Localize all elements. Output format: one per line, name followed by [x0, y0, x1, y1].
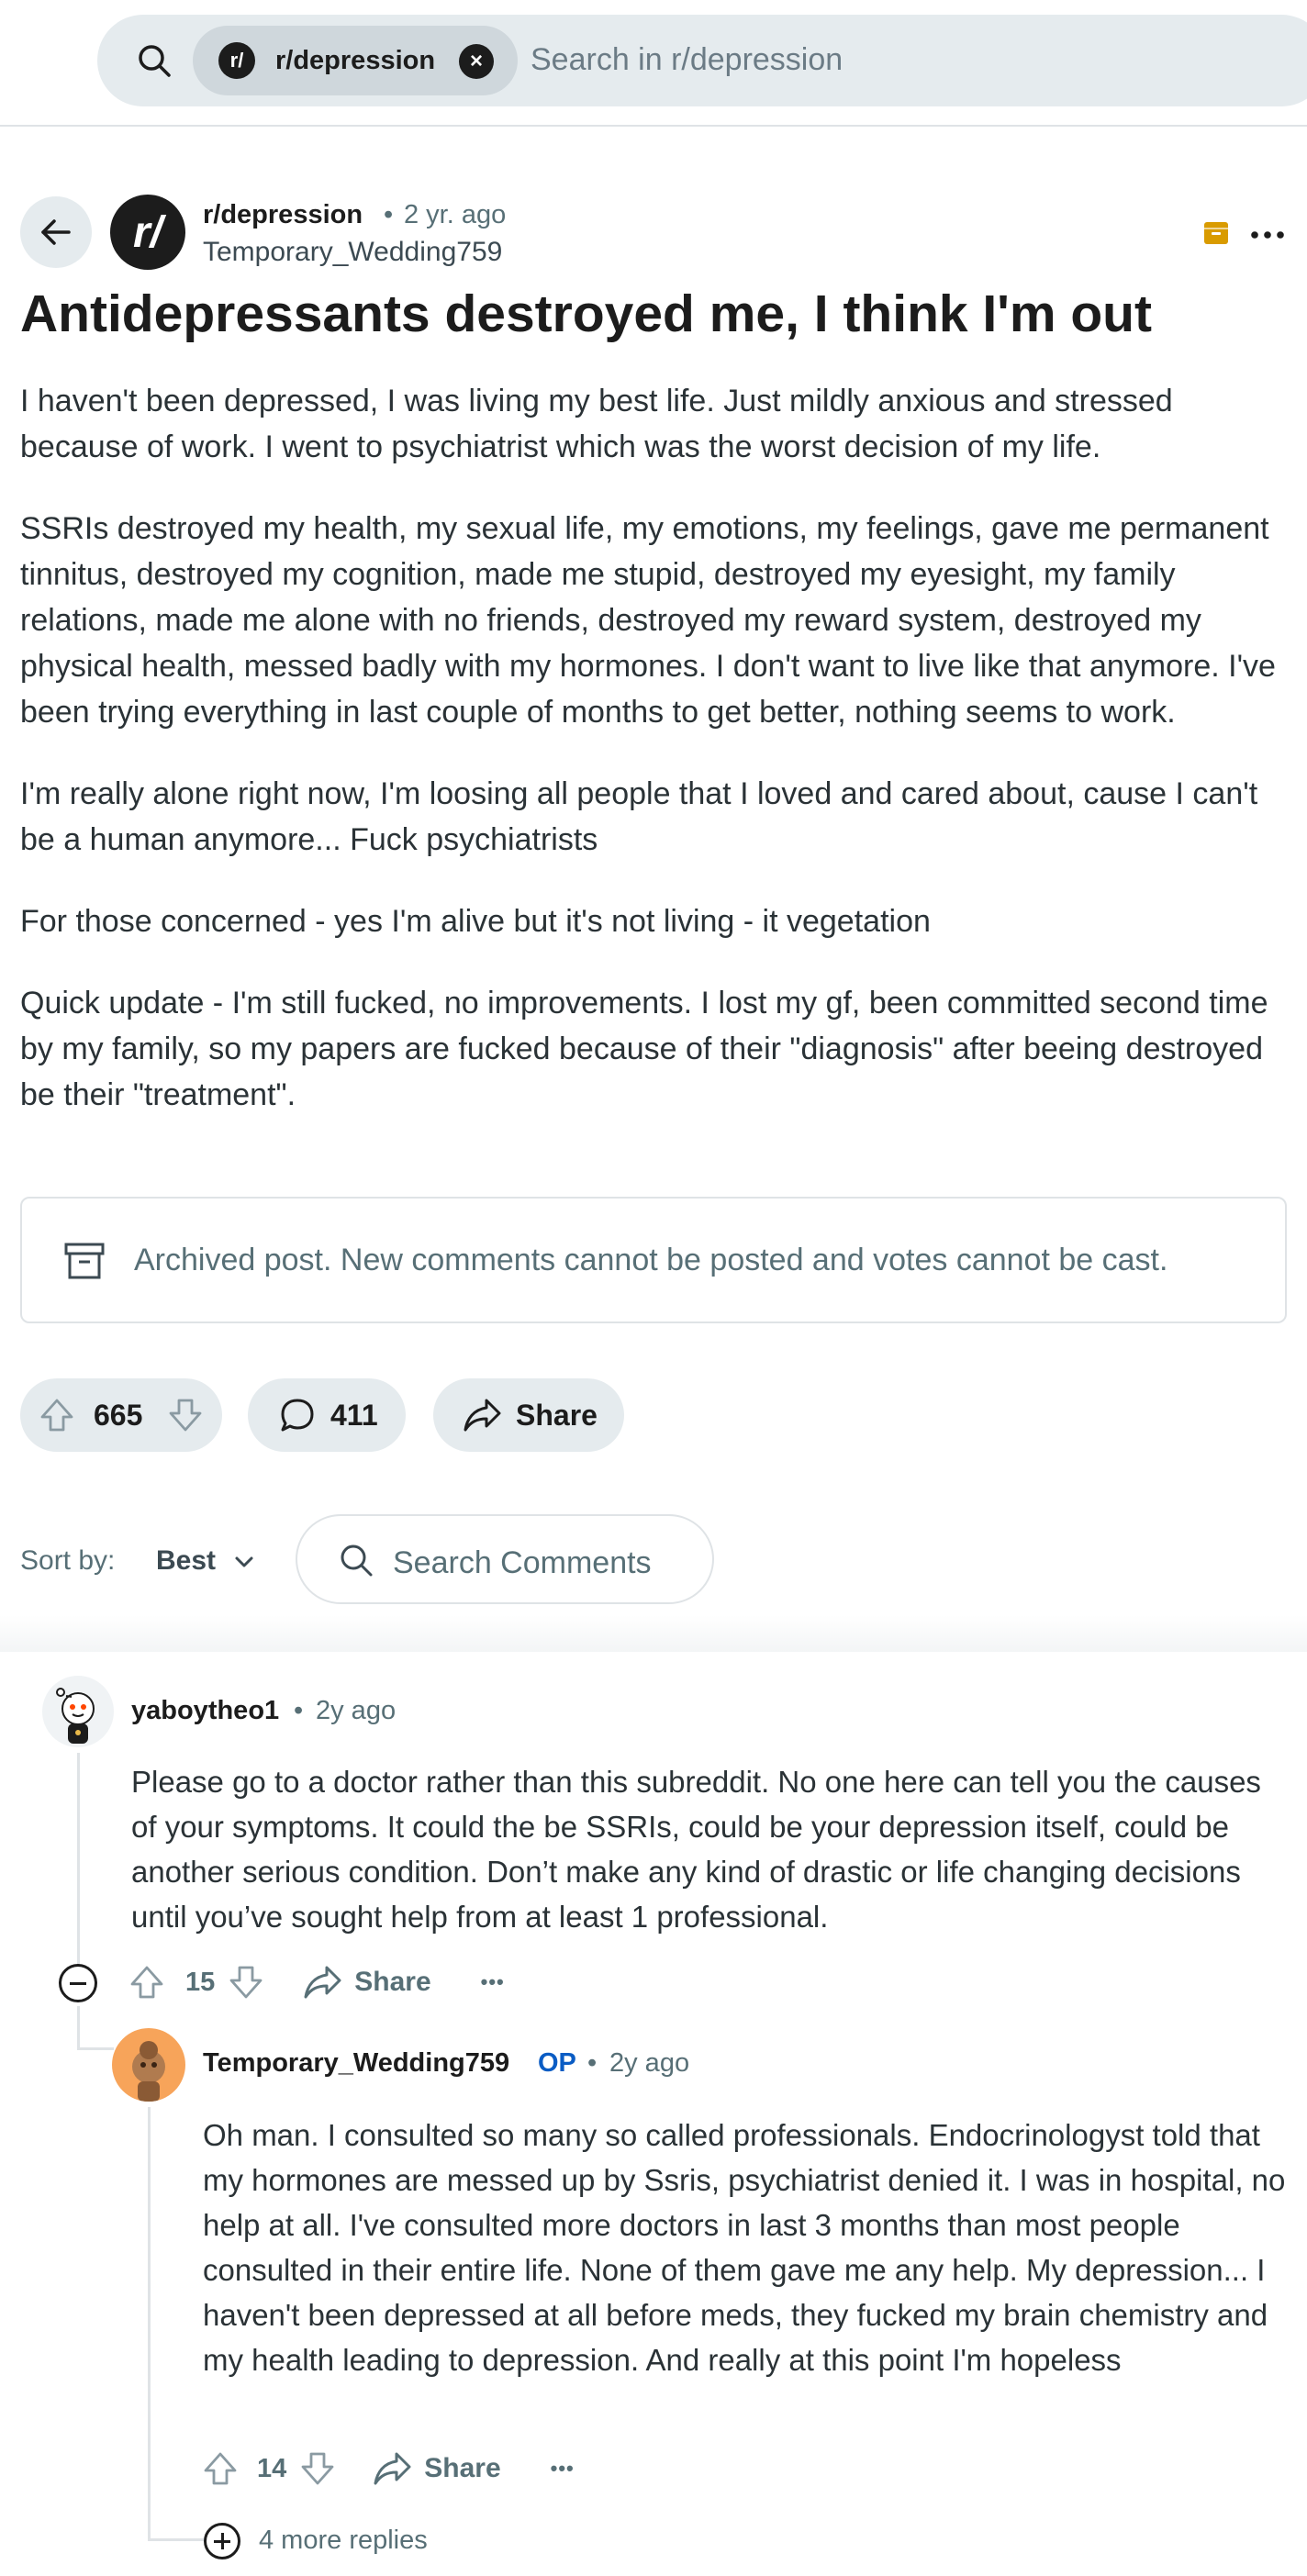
thread-line	[77, 1753, 80, 1966]
comment-share-button[interactable]: Share	[424, 2453, 500, 2484]
chevron-down-icon[interactable]	[233, 1551, 255, 1573]
downvote-icon[interactable]	[228, 1964, 264, 2001]
vote-count: 665	[94, 1399, 143, 1432]
thread-line	[77, 2047, 114, 2050]
meta-separator: •	[587, 2048, 598, 2078]
more-options-icon[interactable]	[1251, 231, 1284, 239]
subreddit-name[interactable]: r/depression	[203, 200, 363, 230]
comment-vote-count: 14	[257, 2453, 287, 2483]
expand-replies-icon[interactable]	[204, 2523, 240, 2559]
collapse-thread-button[interactable]	[59, 1964, 97, 2002]
comment-more-button[interactable]: •••	[481, 1970, 505, 1994]
search-icon[interactable]	[136, 42, 173, 79]
arrow-left-icon	[41, 219, 71, 245]
upvote-icon[interactable]	[39, 1397, 75, 1433]
search-placeholder[interactable]: Search in r/depression	[531, 42, 843, 78]
comment-age: 2y ago	[316, 1696, 397, 1725]
thread-line	[148, 2107, 151, 2538]
vote-control: 665	[20, 1378, 222, 1452]
avatar[interactable]	[42, 1676, 114, 1747]
post-author[interactable]: Temporary_Wedding759	[203, 237, 502, 268]
comment-author[interactable]: yaboytheo1	[131, 1696, 279, 1726]
comments-button[interactable]: 411	[248, 1378, 406, 1452]
share-arrow-icon[interactable]	[303, 1964, 341, 2001]
comment-age: 2y ago	[609, 2048, 690, 2078]
upvote-icon[interactable]	[202, 2450, 239, 2487]
share-arrow-icon[interactable]	[373, 2450, 411, 2487]
sort-by-label: Sort by:	[20, 1545, 116, 1576]
share-button[interactable]: Share	[433, 1378, 624, 1452]
comment-vote-count: 15	[185, 1967, 216, 1997]
meta-separator: •	[384, 200, 394, 229]
archive-box-icon	[64, 1243, 105, 1279]
share-label: Share	[516, 1399, 598, 1432]
post-title: Antidepressants destroyed me, I think I'…	[20, 284, 1152, 343]
more-replies-link[interactable]: 4 more replies	[259, 2526, 428, 2556]
post-age: 2 yr. ago	[404, 200, 507, 229]
subreddit-chip-label: r/depression	[275, 46, 436, 75]
close-icon[interactable]: ×	[459, 44, 494, 79]
archive-icon	[1204, 222, 1228, 244]
archived-notice: Archived post. New comments cannot be po…	[20, 1197, 1287, 1323]
comment-share-button[interactable]: Share	[354, 1967, 430, 1998]
op-badge: OP	[538, 2048, 576, 2078]
sort-dropdown[interactable]: Best	[156, 1545, 216, 1577]
meta-separator: •	[294, 1696, 304, 1725]
thread-line	[77, 2006, 80, 2050]
post-paragraph: For those concerned - yes I'm alive but …	[20, 904, 931, 939]
post-paragraph: Quick update - I'm still fucked, no impr…	[20, 986, 1268, 1112]
thread-line	[148, 2538, 205, 2541]
snoo-avatar-icon	[132, 2041, 165, 2102]
downvote-icon[interactable]	[299, 2450, 336, 2487]
comment-more-button[interactable]: •••	[551, 2457, 575, 2481]
avatar[interactable]	[112, 2028, 185, 2102]
post-body: I haven't been depressed, I was living m…	[20, 378, 1296, 1154]
share-arrow-icon	[464, 1399, 501, 1432]
post-paragraph: I'm really alone right now, I'm loosing …	[20, 776, 1258, 857]
comment-count: 411	[330, 1399, 378, 1432]
subreddit-avatar[interactable]: r/	[110, 195, 185, 270]
comment-bubble-icon	[281, 1399, 314, 1432]
post-paragraph: I haven't been depressed, I was living m…	[20, 384, 1173, 464]
section-divider	[0, 1615, 1307, 1652]
search-icon	[341, 1544, 373, 1577]
comment-text: Please go to a doctor rather than this s…	[131, 1765, 1261, 1934]
snoo-avatar-icon	[56, 1688, 95, 1744]
comment-actions: 14 Share •••	[202, 2450, 575, 2487]
downvote-icon[interactable]	[167, 1397, 204, 1433]
top-search-bar: r/ r/depression × Search in r/depression	[0, 0, 1307, 127]
search-field[interactable]: r/ r/depression × Search in r/depression	[97, 15, 1307, 106]
back-button[interactable]	[20, 196, 92, 268]
post-paragraph: SSRIs destroyed my health, my sexual lif…	[20, 511, 1276, 730]
comment-author[interactable]: Temporary_Wedding759	[203, 2048, 509, 2079]
subreddit-filter-chip[interactable]: r/ r/depression ×	[193, 26, 518, 95]
upvote-icon[interactable]	[128, 1964, 165, 2001]
subreddit-chip-avatar: r/	[218, 42, 255, 79]
comment-actions: 15 Share •••	[128, 1964, 505, 2001]
comment-search-placeholder: Search Comments	[393, 1545, 652, 1580]
archived-notice-text: Archived post. New comments cannot be po…	[134, 1243, 1168, 1277]
comment-text: Oh man. I consulted so many so called pr…	[203, 2118, 1286, 2377]
comment-search-input[interactable]: Search Comments	[296, 1514, 714, 1604]
